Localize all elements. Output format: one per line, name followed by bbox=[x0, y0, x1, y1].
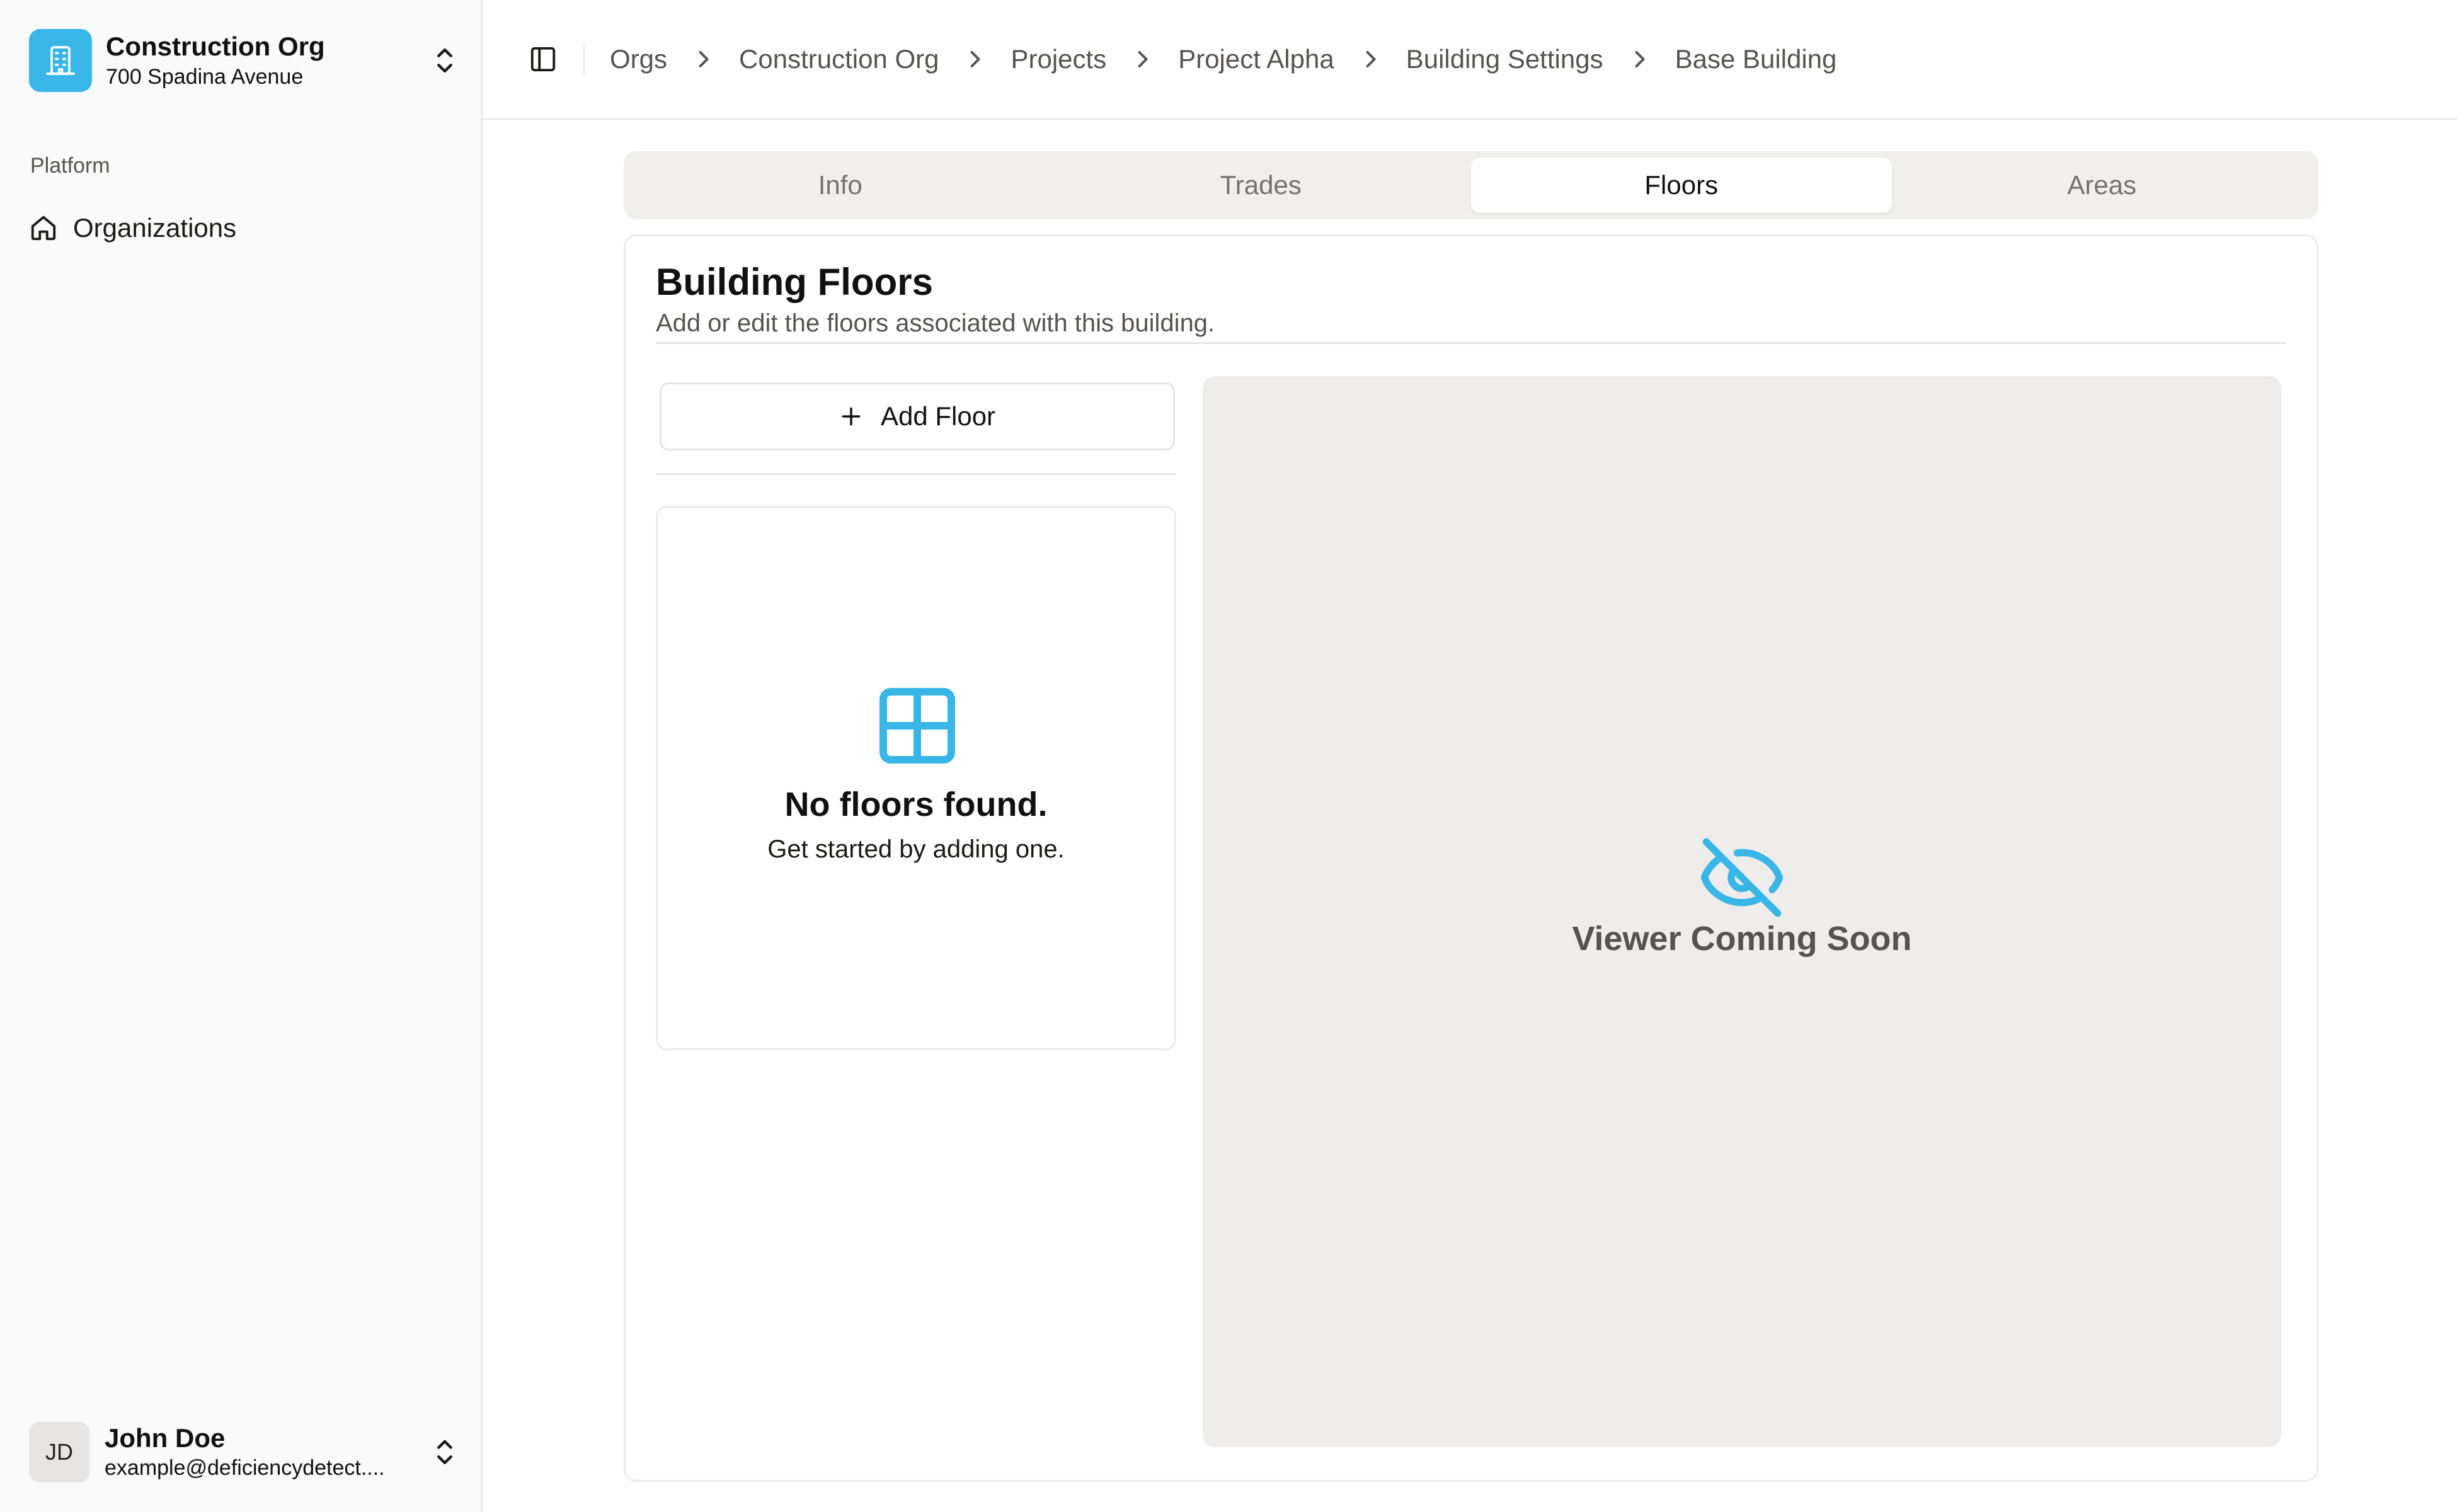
breadcrumb-base-building: Base Building bbox=[1675, 44, 1837, 74]
sidebar-item-organizations[interactable]: Organizations bbox=[29, 203, 451, 253]
nav-group-label: Platform bbox=[30, 154, 110, 178]
avatar: JD bbox=[29, 1422, 89, 1482]
chevron-right-icon bbox=[695, 47, 711, 72]
chevrons-up-down-icon bbox=[432, 1433, 457, 1471]
tab-list: Info Trades Floors Areas bbox=[624, 151, 2318, 219]
home-icon bbox=[29, 214, 58, 243]
breadcrumb-project-alpha[interactable]: Project Alpha bbox=[1178, 44, 1334, 74]
add-floor-button[interactable]: Add Floor bbox=[660, 382, 1175, 450]
org-info: Construction Org 700 Spadina Avenue bbox=[106, 30, 432, 91]
building-icon bbox=[29, 29, 92, 92]
chevron-right-icon bbox=[966, 47, 983, 72]
sidebar-item-label: Organizations bbox=[73, 213, 237, 243]
breadcrumb-projects[interactable]: Projects bbox=[1011, 44, 1106, 74]
breadcrumb-construction-org[interactable]: Construction Org bbox=[739, 44, 939, 74]
chevron-right-icon bbox=[1631, 47, 1647, 72]
org-switcher[interactable]: Construction Org 700 Spadina Avenue bbox=[29, 29, 457, 92]
app-root: Construction Org 700 Spadina Avenue Plat… bbox=[0, 0, 2457, 1512]
org-address: 700 Spadina Avenue bbox=[106, 65, 304, 89]
user-info: John Doe example@deficiencydetect.... bbox=[105, 1423, 432, 1482]
viewer-panel: Viewer Coming Soon bbox=[1203, 376, 2281, 1447]
panel-left-icon bbox=[530, 47, 556, 72]
divider bbox=[583, 43, 585, 76]
empty-state: No floors found. Get started by adding o… bbox=[656, 506, 1176, 1050]
plus-icon bbox=[839, 404, 863, 428]
breadcrumb: Orgs Construction Org Projects Project A… bbox=[610, 44, 1836, 74]
empty-subtitle: Get started by adding one. bbox=[767, 835, 1065, 863]
top-bar: Orgs Construction Org Projects Project A… bbox=[483, 0, 2457, 120]
chevrons-up-down-icon bbox=[432, 42, 457, 79]
card-description: Add or edit the floors associated with t… bbox=[656, 309, 1215, 337]
add-floor-label: Add Floor bbox=[880, 401, 996, 431]
sidebar-toggle-button[interactable] bbox=[519, 35, 567, 83]
breadcrumb-building-settings[interactable]: Building Settings bbox=[1406, 44, 1603, 74]
breadcrumb-orgs[interactable]: Orgs bbox=[610, 44, 667, 74]
user-menu[interactable]: JD John Doe example@deficiencydetect.... bbox=[29, 1420, 457, 1484]
divider bbox=[656, 473, 1176, 475]
tab-areas[interactable]: Areas bbox=[1892, 158, 2313, 213]
tab-trades[interactable]: Trades bbox=[1051, 158, 1472, 213]
user-email: example@deficiencydetect.... bbox=[105, 1456, 385, 1480]
user-name: John Doe bbox=[105, 1423, 226, 1453]
eye-off-icon bbox=[1699, 835, 1785, 924]
sidebar: Construction Org 700 Spadina Avenue Plat… bbox=[0, 0, 483, 1512]
chevron-right-icon bbox=[1362, 47, 1378, 72]
empty-title: No floors found. bbox=[784, 786, 1048, 823]
divider bbox=[656, 342, 2286, 344]
building-floors-card: Building Floors Add or edit the floors a… bbox=[624, 234, 2318, 1482]
grid-icon bbox=[872, 680, 963, 774]
main-content: Orgs Construction Org Projects Project A… bbox=[483, 0, 2457, 1512]
tab-info[interactable]: Info bbox=[630, 158, 1051, 213]
chevron-right-icon bbox=[1134, 47, 1150, 72]
org-name: Construction Org bbox=[106, 32, 325, 61]
tab-floors[interactable]: Floors bbox=[1471, 158, 1892, 213]
card-title: Building Floors bbox=[656, 261, 933, 303]
viewer-coming-soon-text: Viewer Coming Soon bbox=[1572, 920, 1912, 958]
